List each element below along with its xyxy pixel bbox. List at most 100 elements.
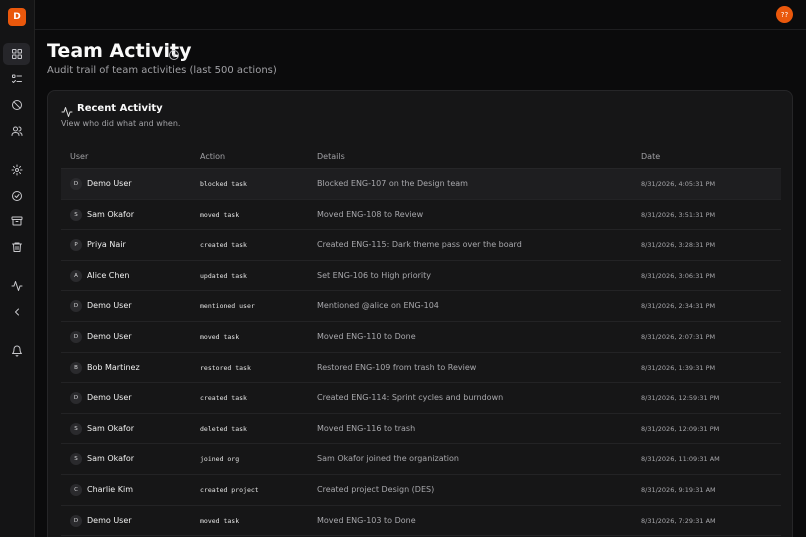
avatar: C xyxy=(70,483,82,496)
cell-details: Created ENG-114: Sprint cycles and burnd… xyxy=(317,393,504,403)
app-logo[interactable]: D xyxy=(8,8,26,26)
user-avatar[interactable]: ?? xyxy=(776,6,793,23)
avatar: D xyxy=(70,514,82,527)
cell-user: Charlie Kim xyxy=(87,484,134,494)
sidebar-item-activity[interactable] xyxy=(3,275,30,297)
sidebar-item-tasks[interactable] xyxy=(3,68,30,90)
cell-action: moved task xyxy=(200,516,240,525)
sidebar: D xyxy=(0,0,35,537)
cell-date: 8/31/2026, 3:06:31 PM xyxy=(641,271,716,280)
cell-user: Demo User xyxy=(87,515,132,525)
activity-icon xyxy=(61,103,73,117)
bell-icon xyxy=(11,345,22,357)
cell-details: Moved ENG-103 to Done xyxy=(317,515,416,525)
avatar: S xyxy=(70,453,82,466)
cell-user: Sam Okafor xyxy=(87,454,135,464)
table-row[interactable]: A Alice Chen updated task Set ENG-106 to… xyxy=(61,261,781,292)
sidebar-item-blocked[interactable] xyxy=(3,94,30,116)
cell-date: 8/31/2026, 2:34:31 PM xyxy=(641,302,716,311)
avatar: S xyxy=(70,422,82,435)
column-header-user: User xyxy=(70,152,89,161)
cell-date: 8/31/2026, 1:39:31 PM xyxy=(641,363,716,372)
cell-date: 8/31/2026, 3:28:31 PM xyxy=(641,241,716,250)
sidebar-item-archive[interactable] xyxy=(3,210,30,232)
cell-user: Sam Okafor xyxy=(87,423,135,433)
table-row[interactable]: P Priya Nair created task Created ENG-11… xyxy=(61,230,781,261)
table-row[interactable]: B Bob Martinez restored task Restored EN… xyxy=(61,353,781,384)
sidebar-item-team[interactable] xyxy=(3,120,30,142)
card-title: Recent Activity xyxy=(77,103,163,114)
avatar: A xyxy=(70,269,82,282)
table-row[interactable]: S Sam Okafor deleted task Moved ENG-116 … xyxy=(61,414,781,445)
cell-details: Blocked ENG-107 on the Design team xyxy=(317,179,468,188)
table-row[interactable]: D Demo User mentioned user Mentioned @al… xyxy=(61,291,781,322)
users-icon xyxy=(11,126,22,136)
avatar: D xyxy=(70,178,82,190)
avatar: D xyxy=(70,300,82,313)
cell-action: created task xyxy=(200,241,247,250)
avatar: B xyxy=(70,361,82,374)
cell-date: 8/31/2026, 9:19:31 AM xyxy=(641,485,716,494)
cell-date: 8/31/2026, 11:09:31 AM xyxy=(641,455,720,464)
cell-action: created project xyxy=(200,485,259,494)
cell-user: Alice Chen xyxy=(87,270,130,280)
cell-date: 8/31/2026, 2:07:31 PM xyxy=(641,332,716,341)
table-row[interactable]: C Charlie Kim created project Created pr… xyxy=(61,475,781,506)
column-header-details: Details xyxy=(317,152,345,161)
column-header-date: Date xyxy=(641,152,661,161)
cell-user: Priya Nair xyxy=(87,240,126,250)
table-header: User Action Details Date xyxy=(61,144,781,169)
top-bar: ?? xyxy=(35,0,806,30)
sidebar-item-trash[interactable] xyxy=(3,236,30,258)
cell-details: Mentioned @alice on ENG-104 xyxy=(317,301,439,311)
column-header-action: Action xyxy=(200,152,226,161)
cell-action: joined org xyxy=(200,455,240,464)
cell-user: Sam Okafor xyxy=(87,209,135,219)
list-checks-icon xyxy=(11,74,22,83)
cell-details: Moved ENG-116 to trash xyxy=(317,423,416,433)
cell-date: 8/31/2026, 12:09:31 PM xyxy=(641,424,720,433)
dashboard-icon xyxy=(11,49,22,59)
avatar: P xyxy=(70,239,82,252)
chevron-left-icon xyxy=(14,308,19,316)
cell-action: blocked task xyxy=(200,180,247,188)
cell-user: Demo User xyxy=(87,301,132,311)
table-row[interactable]: D Demo User blocked task Blocked ENG-107… xyxy=(61,169,781,200)
gear-icon xyxy=(11,164,22,176)
trash-icon xyxy=(11,242,22,252)
ban-icon xyxy=(11,100,22,110)
table-row[interactable]: S Sam Okafor moved task Moved ENG-108 to… xyxy=(61,200,781,231)
cell-details: Created ENG-115: Dark theme pass over th… xyxy=(317,240,522,250)
sidebar-item-settings[interactable] xyxy=(3,159,30,181)
table-row[interactable]: D Demo User created task Created ENG-114… xyxy=(61,383,781,414)
table-row[interactable]: D Demo User moved task Moved ENG-103 to … xyxy=(61,506,781,537)
sidebar-item-completed[interactable] xyxy=(3,185,30,207)
cell-user: Bob Martinez xyxy=(87,362,140,372)
sidebar-item-notifications[interactable] xyxy=(3,340,30,362)
cell-user: Demo User xyxy=(87,331,132,341)
cell-action: mentioned user xyxy=(200,302,255,311)
cell-action: moved task xyxy=(200,210,240,219)
cell-details: Restored ENG-109 from trash to Review xyxy=(317,362,477,372)
archive-icon xyxy=(11,216,22,226)
info-icon[interactable] xyxy=(168,46,180,60)
cell-details: Moved ENG-108 to Review xyxy=(317,209,424,219)
cell-user: Demo User xyxy=(87,393,132,403)
cell-action: updated task xyxy=(200,271,247,280)
check-circle-icon xyxy=(11,191,22,201)
cell-details: Moved ENG-110 to Done xyxy=(317,331,416,341)
sidebar-collapse-button[interactable] xyxy=(3,301,30,323)
cell-action: restored task xyxy=(200,363,251,372)
avatar: S xyxy=(70,208,82,221)
activity-table-body: D Demo User blocked task Blocked ENG-107… xyxy=(61,169,781,537)
sidebar-item-dashboard[interactable] xyxy=(3,43,30,65)
recent-activity-card: Recent Activity View who did what and wh… xyxy=(47,90,793,537)
page-subtitle: Audit trail of team activities (last 500… xyxy=(47,65,277,76)
card-subtitle: View who did what and when. xyxy=(61,119,181,128)
table-row[interactable]: D Demo User moved task Moved ENG-110 to … xyxy=(61,322,781,353)
cell-date: 8/31/2026, 12:59:31 PM xyxy=(641,394,720,403)
cell-action: deleted task xyxy=(200,424,247,433)
cell-action: moved task xyxy=(200,332,240,341)
cell-details: Set ENG-106 to High priority xyxy=(317,270,431,280)
table-row[interactable]: S Sam Okafor joined org Sam Okafor joine… xyxy=(61,444,781,475)
